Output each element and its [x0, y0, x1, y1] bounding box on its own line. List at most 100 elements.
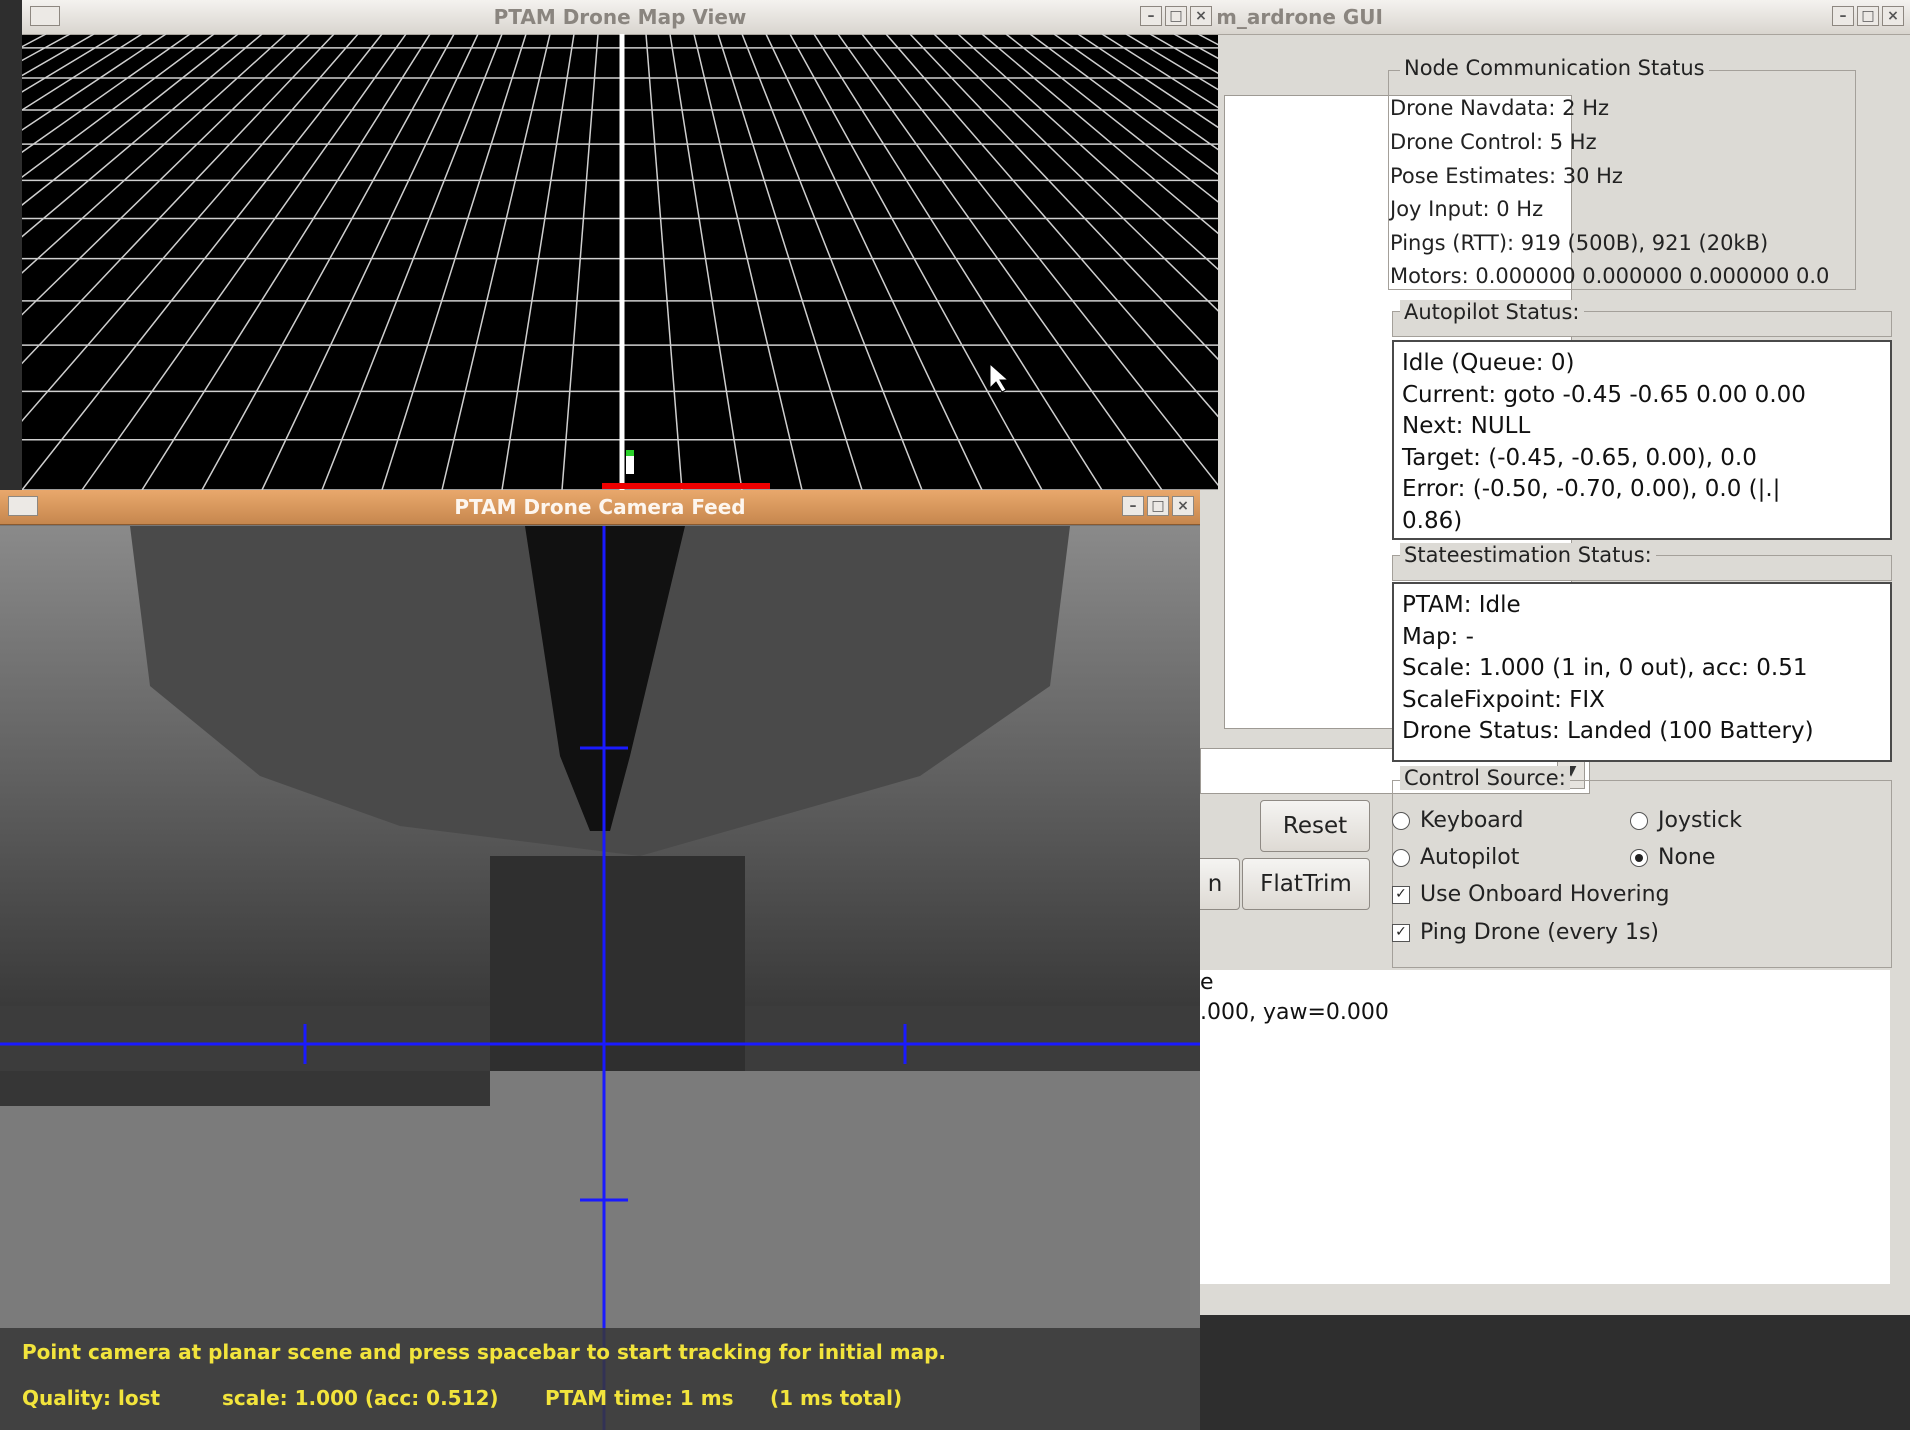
node-comm-line: Pings (RTT): 919 (500B), 921 (20kB) [1390, 231, 1769, 255]
reset-button[interactable]: Reset [1260, 800, 1370, 852]
autopilot-line: Next: NULL [1402, 413, 1531, 439]
stateestimation-line: ScaleFixpoint: FIX [1402, 686, 1605, 713]
camera-image[interactable] [0, 526, 1200, 1430]
maximize-icon[interactable]: □ [1165, 6, 1187, 26]
grid-vertical-line [22, 34, 143, 111]
autopilot-status-textbox[interactable]: Idle (Queue: 0) Current: goto -0.45 -0.6… [1392, 340, 1892, 540]
stateestimation-line: Drone Status: Landed (100 Battery) [1402, 718, 1814, 744]
autopilot-line: Idle (Queue: 0) [1402, 350, 1575, 376]
grid-vertical-line [1101, 34, 1218, 109]
autopilot-line: Error: (-0.50, -0.70, 0.00), 0.0 (|.| [1402, 476, 1781, 502]
node-comm-line: Pose Estimates: 30 Hz [1390, 164, 1623, 188]
map-window-title: PTAM Drone Map View [493, 5, 747, 29]
radio-icon[interactable] [1630, 812, 1648, 830]
grid-vertical-line [693, 34, 803, 490]
grid-vertical-line [813, 34, 1103, 490]
box-shadow [490, 856, 745, 1106]
radio-icon[interactable] [1392, 812, 1410, 830]
minimize-icon[interactable]: – [1140, 6, 1162, 26]
grid-vertical-line [981, 34, 1218, 235]
grid-vertical-line [1077, 34, 1218, 129]
radio-keyboard[interactable]: Keyboard [1392, 808, 1523, 833]
grid-vertical-line [501, 34, 575, 490]
grid-vertical-line [741, 34, 923, 490]
map-title-bar[interactable]: PTAM Drone Map View – □ × [22, 0, 1218, 35]
node-comm-line: Drone Navdata: 2 Hz [1390, 96, 1610, 120]
radio-joystick-label: Joystick [1658, 808, 1743, 833]
checkbox-checked-icon[interactable]: ✓ [1392, 886, 1410, 904]
checkbox-checked-icon[interactable]: ✓ [1392, 924, 1410, 942]
hud-total-time: (1 ms total) [770, 1386, 903, 1410]
autopilot-line: Current: goto -0.45 -0.65 0.00 0.00 [1402, 381, 1806, 408]
grid-vertical-line [22, 34, 191, 154]
window-menu-icon[interactable] [8, 496, 38, 516]
radio-icon[interactable] [1392, 849, 1410, 867]
gui-title-bar[interactable]: m_ardrone GUI – □ × [1200, 0, 1910, 35]
maximize-icon[interactable]: □ [1147, 496, 1169, 516]
grid-vertical-line [261, 34, 479, 490]
window-menu-icon[interactable] [30, 6, 60, 26]
camera-window-title: PTAM Drone Camera Feed [454, 495, 746, 519]
control-source-label: Control Source: [1400, 766, 1570, 790]
grid-vertical-line [22, 34, 263, 238]
stateestimation-line: Scale: 1.000 (1 in, 0 out), acc: 0.51 [1402, 655, 1808, 681]
map-view-window: PTAM Drone Map View – □ × [22, 0, 1218, 490]
close-icon[interactable]: × [1882, 6, 1904, 26]
hud-time: PTAM time: 1 ms [545, 1386, 734, 1410]
stateestimation-status-label: Stateestimation Status: [1400, 543, 1656, 567]
node-comm-line: Drone Control: 5 Hz [1390, 130, 1597, 154]
log-line: .000, yaw=0.000 [1200, 1000, 1389, 1025]
gui-window-title: m_ardrone GUI [1216, 5, 1383, 29]
autopilot-line: Target: (-0.45, -0.65, 0.00), 0.0 [1402, 444, 1757, 471]
drone-marker [626, 454, 634, 474]
autopilot-status-label: Autopilot Status: [1400, 300, 1584, 324]
stateestimation-status-textbox[interactable]: PTAM: Idle Map: - Scale: 1.000 (1 in, 0 … [1392, 582, 1892, 762]
grid-vertical-line [957, 34, 1218, 271]
radio-keyboard-label: Keyboard [1420, 808, 1524, 833]
maximize-icon[interactable]: □ [1857, 6, 1879, 26]
camera-hud: Point camera at planar scene and press s… [0, 1328, 1200, 1430]
radio-none-label: None [1658, 845, 1716, 870]
node-comm-line: Joy Input: 0 Hz [1390, 197, 1544, 221]
radio-joystick[interactable]: Joystick [1630, 808, 1742, 833]
grid-vertical-line [837, 34, 1163, 490]
minimize-icon[interactable]: – [1832, 6, 1854, 26]
grid-vertical-line [22, 34, 311, 316]
camera-title-bar[interactable]: PTAM Drone Camera Feed – □ × [0, 490, 1200, 525]
grid-vertical-line [933, 34, 1218, 312]
stateestimation-line: Map: - [1402, 623, 1474, 650]
hud-quality: Quality: lost [22, 1386, 161, 1410]
grid-vertical-line [22, 34, 359, 423]
grid-vertical-line [1053, 34, 1218, 151]
radio-autopilot-label: Autopilot [1420, 845, 1520, 870]
stateestimation-line: PTAM: Idle [1402, 592, 1521, 618]
grid-vertical-line [141, 34, 431, 490]
grid-vertical-line [81, 34, 407, 490]
minimize-icon[interactable]: – [1122, 496, 1144, 516]
radio-autopilot[interactable]: Autopilot [1392, 845, 1519, 870]
grid-vertical-line [22, 34, 287, 274]
radio-none[interactable]: None [1630, 845, 1715, 870]
autopilot-line: 0.86) [1402, 507, 1463, 534]
grid-vertical-line [765, 34, 983, 490]
grid-vertical-line [22, 34, 119, 93]
grid-vertical-line [441, 34, 551, 490]
checkbox-onboard-hovering-label: Use Onboard Hovering [1420, 882, 1670, 907]
grid-vertical-line [1005, 34, 1218, 203]
flattrim-button[interactable]: FlatTrim [1242, 858, 1370, 910]
checkbox-onboard-hovering[interactable]: ✓ Use Onboard Hovering [1392, 882, 1670, 907]
checkbox-ping-drone-label: Ping Drone (every 1s) [1420, 920, 1660, 945]
close-icon[interactable]: × [1172, 496, 1194, 516]
hud-scale: scale: 1.000 (acc: 0.512) [222, 1386, 499, 1410]
radio-selected-icon[interactable] [1630, 849, 1648, 867]
hud-instruction: Point camera at planar scene and press s… [22, 1340, 946, 1364]
grid-vertical-line [1197, 34, 1218, 46]
grid-vertical-line [561, 34, 599, 490]
mouse-cursor-icon [989, 362, 1010, 393]
checkbox-ping-drone[interactable]: ✓ Ping Drone (every 1s) [1392, 920, 1659, 945]
close-icon[interactable]: × [1190, 6, 1212, 26]
map-grid-canvas[interactable] [22, 34, 1218, 490]
camera-feed-window: PTAM Drone Camera Feed – □ × [0, 490, 1200, 1430]
grid-vertical-line [1125, 34, 1218, 91]
log-textarea[interactable]: e .000, yaw=0.000 [1190, 970, 1890, 1284]
